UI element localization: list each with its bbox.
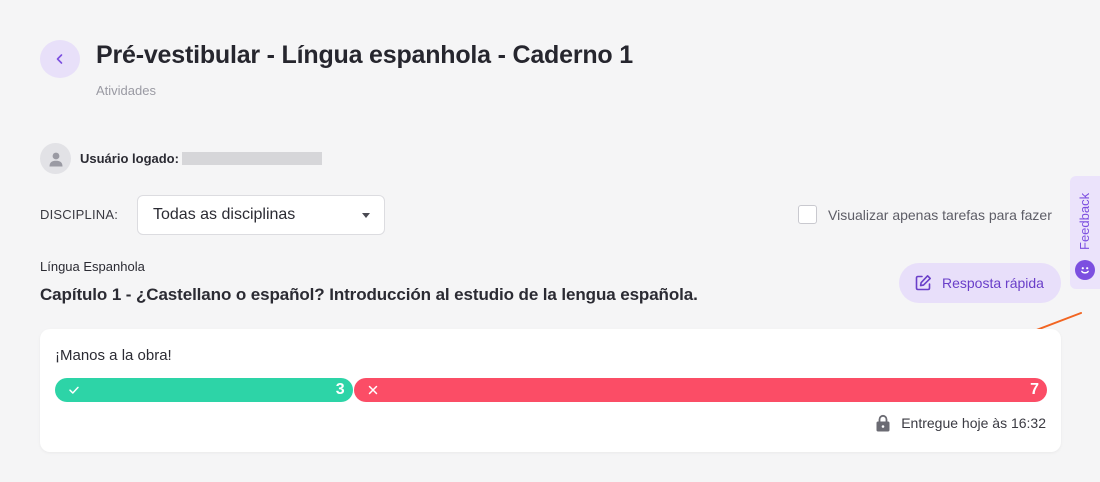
logged-user: Usuário logado: [40,143,322,174]
discipline-select[interactable]: Todas as disciplinas [137,195,385,235]
wrong-segment: 7 [353,378,1047,402]
user-name-redacted [181,152,322,165]
progress-bar: 3 7 [55,378,1047,402]
subject-label: Língua Espanhola [40,259,145,274]
page-title: Pré-vestibular - Língua espanhola - Cade… [96,41,633,69]
feedback-tab[interactable]: Feedback [1070,176,1100,289]
delivery-status: Entregue hoje às 16:32 [876,414,1046,432]
lock-icon [876,414,890,432]
correct-count: 3 [335,381,345,398]
caret-down-icon [362,213,370,218]
user-label: Usuário logado: [80,151,179,166]
only-todo-checkbox[interactable] [798,205,817,224]
chapter-title: Capítulo 1 - ¿Castellano o español? Intr… [40,285,698,304]
x-icon [368,385,377,395]
avatar [40,143,71,174]
quick-answer-button[interactable]: Resposta rápida [899,263,1061,303]
feedback-label: Feedback [1077,192,1092,250]
quick-answer-label: Resposta rápida [942,275,1044,291]
only-todo-filter[interactable]: Visualizar apenas tarefas para fazer [798,205,1052,224]
activity-card[interactable]: ¡Manos a la obra! 3 7 Entregue hoje às 1… [40,329,1061,452]
delivery-text: Entregue hoje às 16:32 [901,415,1046,431]
user-icon [49,152,62,166]
smiley-icon [1075,260,1095,280]
page-subtitle: Atividades [96,83,156,98]
chevron-left-icon [56,54,63,64]
card-title: ¡Manos a la obra! [55,347,172,364]
discipline-label: DISCIPLINA: [40,207,119,222]
discipline-select-value: Todas as disciplinas [153,206,296,223]
only-todo-label: Visualizar apenas tarefas para fazer [828,206,1052,223]
back-button[interactable] [40,40,80,78]
edit-icon [915,275,931,291]
wrong-count: 7 [1030,381,1039,398]
correct-segment: 3 [55,378,353,402]
check-icon [69,386,79,394]
